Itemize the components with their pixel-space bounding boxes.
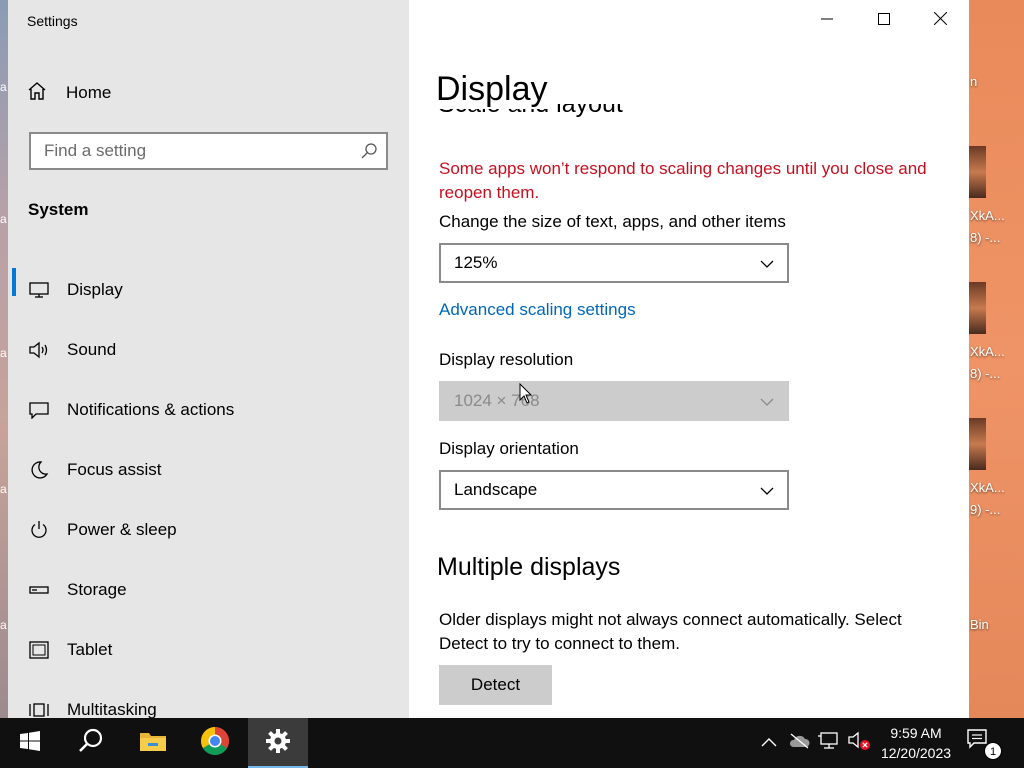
scale-label: Change the size of text, apps, and other…	[439, 212, 786, 231]
minimize-button[interactable]	[798, 0, 855, 42]
sidebar-item-storage[interactable]: Storage	[8, 560, 409, 620]
home-label: Home	[66, 83, 112, 102]
desktop-icon-label[interactable]: n	[968, 72, 1024, 92]
message-icon	[28, 399, 50, 421]
sidebar-item-focus-assist[interactable]: Focus assist	[8, 440, 409, 500]
sidebar-item-label: Focus assist	[67, 460, 162, 479]
moon-icon	[28, 459, 50, 481]
clock-time: 9:59 AM	[890, 725, 942, 741]
speaker-icon	[28, 339, 50, 361]
sidebar-item-label: Notifications & actions	[67, 400, 235, 419]
clock-date: 12/20/2023	[880, 745, 952, 761]
show-hidden-icons-button[interactable]	[758, 732, 780, 754]
scaling-warning: Some apps won’t respond to scaling chang…	[439, 159, 927, 202]
search-icon[interactable]	[360, 142, 378, 165]
sidebar-nav: Display Sound Notifications & actions Fo…	[8, 260, 409, 740]
cloud-offline-icon	[788, 732, 810, 754]
sidebar-item-power-sleep[interactable]: Power & sleep	[8, 500, 409, 560]
sidebar-item-notifications[interactable]: Notifications & actions	[8, 380, 409, 440]
resolution-dropdown[interactable]: 1024 × 768	[439, 381, 789, 421]
chevron-down-icon	[759, 394, 775, 414]
close-icon	[933, 11, 948, 30]
notification-count-badge: 1	[984, 742, 1002, 760]
orientation-value: Landscape	[454, 480, 538, 499]
chevron-down-icon	[759, 256, 775, 276]
tablet-icon	[28, 639, 50, 661]
chevron-down-icon	[759, 483, 775, 503]
desktop-icon-label[interactable]: XkA...	[968, 206, 1024, 226]
desktop-icon-label[interactable]: 8) -...	[968, 364, 1024, 384]
section-title: System	[28, 200, 89, 219]
storage-icon	[28, 579, 50, 601]
settings-window: Settings Home System Display	[8, 0, 969, 719]
detect-button[interactable]: Detect	[439, 665, 552, 705]
sidebar-item-label: Multitasking	[67, 700, 157, 719]
multiple-displays-text: Older displays might not always connect …	[439, 610, 902, 653]
settings-taskbar-button[interactable]	[248, 718, 308, 768]
desktop-icon-label[interactable]: XkA...	[968, 342, 1024, 362]
chevron-up-icon	[761, 734, 777, 752]
power-icon	[28, 519, 50, 541]
recycle-bin-label[interactable]: Bin	[968, 615, 1024, 635]
folder-icon	[139, 729, 167, 758]
page-title: Display	[436, 70, 558, 109]
main-pane: Scale and layout Display Some apps won’t…	[409, 0, 969, 718]
chrome-button[interactable]	[185, 718, 245, 768]
sidebar-item-label: Sound	[67, 340, 117, 359]
network-icon	[818, 731, 840, 755]
onedrive-tray-button[interactable]	[787, 732, 811, 754]
monitor-icon	[28, 279, 50, 301]
advanced-scaling-link[interactable]: Advanced scaling settings	[439, 300, 636, 320]
taskbar-clock[interactable]: 9:59 AM 12/20/2023	[872, 723, 960, 763]
sidebar-item-sound[interactable]: Sound	[8, 320, 409, 380]
orientation-dropdown[interactable]: Landscape	[439, 470, 789, 510]
sidebar-item-label: Storage	[67, 580, 127, 599]
sidebar-item-label: Display	[67, 280, 123, 299]
home-link[interactable]: Home	[26, 80, 111, 106]
desktop-icon-label[interactable]: 9) -...	[968, 500, 1024, 520]
sidebar-item-label: Power & sleep	[67, 520, 177, 539]
start-button[interactable]	[0, 718, 60, 768]
network-tray-button[interactable]	[817, 731, 841, 755]
volume-tray-button[interactable]	[846, 731, 872, 756]
taskbar: 9:59 AM 12/20/2023 1	[0, 718, 1024, 768]
close-button[interactable]	[912, 0, 969, 42]
sidebar: Settings Home System Display	[8, 0, 409, 719]
file-explorer-button[interactable]	[123, 718, 183, 768]
scale-dropdown[interactable]: 125%	[439, 243, 789, 283]
desktop-icon-label[interactable]: XkA...	[968, 478, 1024, 498]
search-taskbar-button[interactable]	[61, 718, 121, 768]
desktop-file-thumbnail[interactable]	[968, 146, 986, 198]
search-icon	[78, 728, 104, 759]
desktop-file-thumbnail[interactable]	[968, 282, 986, 334]
minimize-icon	[820, 12, 833, 30]
search-input[interactable]	[31, 134, 341, 168]
resolution-label: Display resolution	[439, 350, 574, 369]
multiple-displays-heading: Multiple displays	[437, 553, 621, 581]
desktop-icon-label[interactable]: 8) -...	[968, 228, 1024, 248]
app-title: Settings	[27, 13, 78, 29]
mouse-cursor-icon	[519, 382, 533, 410]
scale-value: 125%	[454, 253, 498, 272]
sidebar-item-label: Tablet	[67, 640, 113, 659]
orientation-label: Display orientation	[439, 439, 579, 458]
chrome-icon	[200, 726, 230, 761]
maximize-button[interactable]	[855, 0, 912, 42]
windows-logo-icon	[20, 730, 40, 756]
sidebar-item-tablet[interactable]: Tablet	[8, 620, 409, 680]
home-icon	[26, 80, 48, 107]
maximize-icon	[877, 12, 890, 30]
volume-muted-icon	[847, 731, 871, 756]
desktop-file-thumbnail[interactable]	[968, 418, 986, 470]
search-box[interactable]	[29, 132, 388, 170]
gear-icon	[265, 728, 291, 759]
action-center-button[interactable]: 1	[966, 728, 1006, 760]
sidebar-item-display[interactable]: Display	[8, 260, 409, 320]
